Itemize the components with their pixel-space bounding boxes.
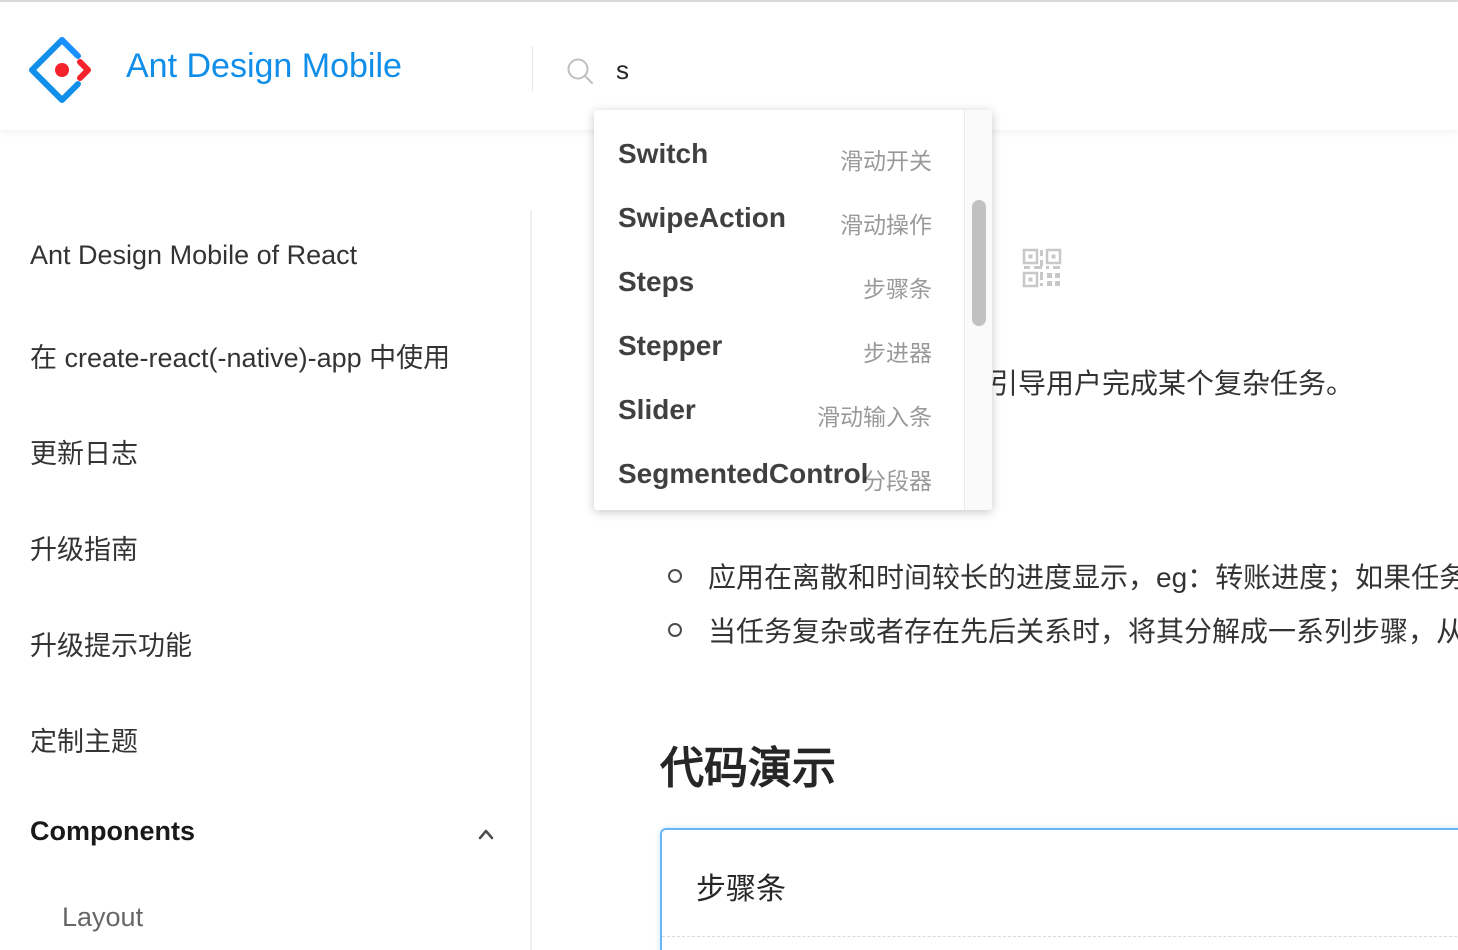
search-result-item[interactable]: SwipeAction 滑动操作 — [594, 188, 964, 252]
ant-design-logo-icon[interactable] — [28, 36, 96, 104]
bullet-marker — [668, 569, 682, 583]
qrcode-icon[interactable] — [1022, 248, 1062, 288]
search-input[interactable] — [612, 50, 1020, 90]
search-result-desc: 步进器 — [863, 340, 932, 366]
search-result-name: Steps — [618, 266, 695, 297]
component-description: 引导用户完成某个复杂任务。 — [990, 368, 1355, 399]
search-result-item[interactable]: SegmentedControl 分段器 — [594, 444, 964, 508]
demo-card[interactable]: 步骤条 — [660, 828, 1458, 950]
search-result-item[interactable]: Stepper 步进器 — [594, 316, 964, 380]
usage-bullet-2: 当任务复杂或者存在先后关系时，将其分解成一系列步骤，从 — [708, 616, 1458, 647]
chevron-up-icon[interactable] — [476, 826, 496, 842]
usage-bullet-1: 应用在离散和时间较长的进度显示，eg：转账进度；如果任务 — [708, 562, 1458, 593]
search-result-desc: 滑动输入条 — [817, 404, 932, 430]
sidebar-item-layout[interactable]: Layout — [62, 902, 143, 933]
site-title[interactable]: Ant Design Mobile — [126, 47, 402, 86]
search-result-desc: 滑动开关 — [840, 148, 932, 174]
search-result-name: Stepper — [618, 330, 723, 361]
sidebar-item-introduction[interactable]: Ant Design Mobile of React — [30, 240, 357, 271]
sidebar-group-components[interactable]: Components — [30, 816, 195, 847]
search-result-name: SegmentedControl — [618, 458, 869, 489]
bullet-marker — [668, 623, 682, 637]
demo-card-title: 步骤条 — [696, 873, 786, 906]
search-result-desc: 步骤条 — [863, 276, 932, 302]
sidebar-item-upgrade-guide[interactable]: 升级指南 — [30, 528, 138, 567]
search-result-item[interactable]: Switch 滑动开关 — [594, 124, 964, 188]
search-icon — [567, 58, 593, 84]
demo-card-divider — [662, 936, 1458, 937]
sidebar-item-upgrade-notice[interactable]: 升级提示功能 — [30, 624, 192, 663]
search-results-dropdown: Switch 滑动开关 SwipeAction 滑动操作 Steps 步骤条 S… — [594, 110, 992, 510]
dropdown-scrollbar-thumb[interactable] — [972, 200, 986, 326]
search-result-item[interactable]: Slider 滑动输入条 — [594, 380, 964, 444]
search-result-name: Switch — [618, 138, 709, 169]
search-result-desc: 分段器 — [863, 468, 932, 494]
search-results-list: Switch 滑动开关 SwipeAction 滑动操作 Steps 步骤条 S… — [594, 110, 964, 510]
demo-section-title: 代码演示 — [660, 744, 836, 793]
search-result-name: Slider — [618, 394, 696, 425]
sidebar-item-create-react-app[interactable]: 在 create-react(-native)-app 中使用 — [30, 336, 450, 375]
sidebar-item-changelog[interactable]: 更新日志 — [30, 432, 138, 471]
search-result-item[interactable]: Steps 步骤条 — [594, 252, 964, 316]
search-result-name: SwipeAction — [618, 202, 787, 233]
search-result-desc: 滑动操作 — [840, 212, 932, 238]
sidebar-item-custom-theme[interactable]: 定制主题 — [30, 720, 138, 759]
header-divider — [532, 46, 533, 92]
